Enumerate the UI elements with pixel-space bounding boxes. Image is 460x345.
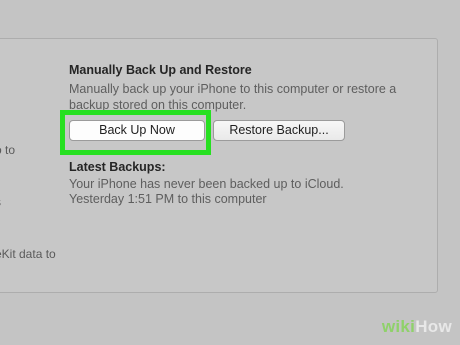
left-fragment-1: o to xyxy=(0,143,16,157)
latest-backups-title: Latest Backups: xyxy=(69,160,166,174)
left-fragment-3: eKit data to xyxy=(0,247,56,261)
manual-backup-description: Manually back up your iPhone to this com… xyxy=(69,82,397,112)
left-fragment-2: s xyxy=(0,195,1,209)
manual-backup-title: Manually Back Up and Restore xyxy=(69,63,252,77)
restore-backup-button[interactable]: Restore Backup... xyxy=(213,120,345,141)
latest-backup-computer: Yesterday 1:51 PM to this computer xyxy=(69,192,267,206)
latest-backup-icloud: Your iPhone has never been backed up to … xyxy=(69,177,344,191)
watermark-suffix: How xyxy=(415,317,452,336)
highlight-box xyxy=(60,110,211,155)
watermark-prefix: wiki xyxy=(381,317,416,336)
wikihow-watermark: wikiHow xyxy=(382,317,452,337)
